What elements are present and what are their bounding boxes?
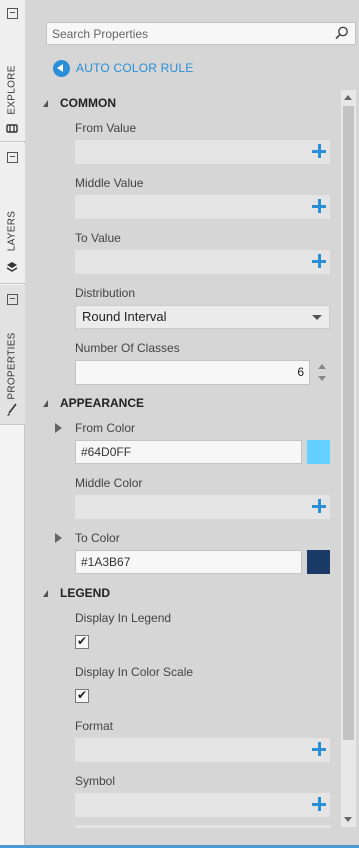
middle-value-field[interactable] xyxy=(75,195,330,219)
collapse-icon xyxy=(43,399,48,407)
to-value-label: To Value xyxy=(75,231,121,245)
collapse-icon xyxy=(43,99,48,107)
decrement-icon[interactable] xyxy=(315,373,329,384)
search-icon[interactable] xyxy=(335,26,349,40)
display-in-legend-checkbox[interactable]: ✔ xyxy=(75,634,89,649)
brush-icon xyxy=(6,403,18,416)
tab-properties[interactable]: PROPERTIES xyxy=(0,285,25,425)
section-legend-title: LEGEND xyxy=(60,586,111,600)
minimize-icon[interactable] xyxy=(7,8,18,19)
symbol-label: Symbol xyxy=(75,774,116,788)
display-in-color-scale-checkbox[interactable]: ✔ xyxy=(75,688,89,703)
middle-value-label: Middle Value xyxy=(75,176,144,190)
scroll-down-icon[interactable] xyxy=(341,813,356,827)
chevron-down-icon xyxy=(312,315,322,320)
number-of-classes-stepper[interactable]: 6 xyxy=(75,360,330,385)
add-icon[interactable] xyxy=(312,742,326,756)
tab-properties-label: PROPERTIES xyxy=(6,332,18,400)
from-value-field[interactable] xyxy=(75,140,330,164)
section-common-header[interactable]: COMMON xyxy=(43,96,116,110)
from-value-label: From Value xyxy=(75,121,137,135)
checkmark-icon: ✔ xyxy=(77,688,88,702)
section-common-title: COMMON xyxy=(60,96,116,110)
back-button-label: AUTO COLOR RULE xyxy=(76,61,194,75)
tab-explore-label: EXPLORE xyxy=(6,65,18,115)
add-icon[interactable] xyxy=(312,499,326,513)
side-tab-strip: EXPLORE LAYERS PROPERTIES xyxy=(0,0,25,848)
search-input[interactable] xyxy=(47,23,317,44)
scroll-up-icon[interactable] xyxy=(341,90,356,104)
to-color-input[interactable]: #1A3B67 xyxy=(75,550,302,574)
from-color-label: From Color xyxy=(75,421,136,435)
properties-panel: AUTO COLOR RULE COMMON From Value Middle… xyxy=(25,0,359,848)
expand-to-color-icon[interactable] xyxy=(55,533,62,543)
scroll-thumb[interactable] xyxy=(343,106,354,740)
vertical-scrollbar[interactable] xyxy=(341,90,356,827)
symbol-field[interactable] xyxy=(75,793,330,817)
tab-layers-label: LAYERS xyxy=(6,210,18,252)
number-of-classes-input[interactable]: 6 xyxy=(75,360,310,385)
distribution-select[interactable]: Round Interval xyxy=(75,305,330,329)
checkmark-icon: ✔ xyxy=(77,634,88,648)
increment-icon[interactable] xyxy=(315,361,329,372)
from-color-swatch[interactable] xyxy=(307,440,330,464)
layers-icon xyxy=(6,261,18,273)
minimize-icon[interactable] xyxy=(7,152,18,163)
display-in-color-scale-label: Display In Color Scale xyxy=(75,665,194,679)
add-icon[interactable] xyxy=(312,254,326,268)
collapse-icon xyxy=(43,589,48,597)
distribution-value: Round Interval xyxy=(82,309,167,324)
number-of-classes-label: Number Of Classes xyxy=(75,341,180,355)
database-icon xyxy=(6,122,18,134)
next-field-partial[interactable] xyxy=(75,825,330,828)
tab-layers[interactable]: LAYERS xyxy=(0,143,25,284)
format-label: Format xyxy=(75,719,114,733)
middle-color-label: Middle Color xyxy=(75,476,143,490)
from-color-input[interactable]: #64D0FF xyxy=(75,440,302,464)
add-icon[interactable] xyxy=(312,144,326,158)
section-appearance-header[interactable]: APPEARANCE xyxy=(43,396,144,410)
display-in-legend-label: Display In Legend xyxy=(75,611,172,625)
to-color-swatch[interactable] xyxy=(307,550,330,574)
section-legend-header[interactable]: LEGEND xyxy=(43,586,110,600)
search-box xyxy=(46,22,356,45)
add-icon[interactable] xyxy=(312,199,326,213)
to-color-label: To Color xyxy=(75,531,120,545)
format-field[interactable] xyxy=(75,738,330,762)
expand-from-color-icon[interactable] xyxy=(55,423,62,433)
tab-explore[interactable]: EXPLORE xyxy=(0,0,25,142)
distribution-label: Distribution xyxy=(75,286,136,300)
back-button[interactable]: AUTO COLOR RULE xyxy=(53,58,193,78)
back-arrow-icon xyxy=(53,59,70,77)
add-icon[interactable] xyxy=(312,797,326,811)
minimize-icon[interactable] xyxy=(7,294,18,305)
middle-color-field[interactable] xyxy=(75,495,330,519)
to-value-field[interactable] xyxy=(75,250,330,274)
section-appearance-title: APPEARANCE xyxy=(60,396,145,410)
